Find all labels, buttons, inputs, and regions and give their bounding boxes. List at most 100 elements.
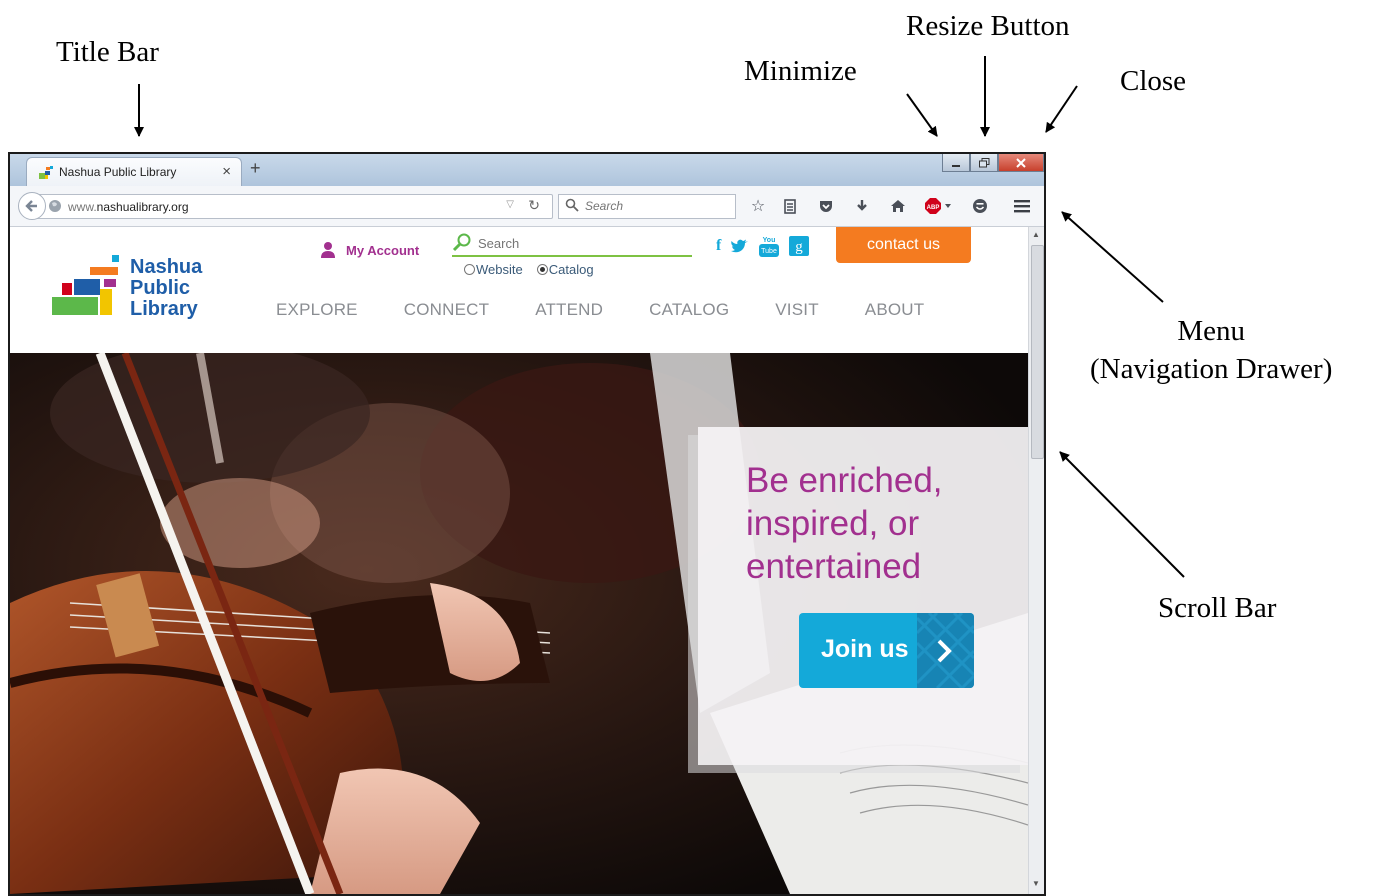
annotation-close: Close bbox=[1120, 65, 1187, 97]
radio-website-dot[interactable] bbox=[464, 264, 475, 275]
url-text: www.nashualibrary.org bbox=[68, 200, 189, 214]
browser-window: Nashua Public Library × + www.nashualibr… bbox=[8, 152, 1046, 896]
site-search-input[interactable] bbox=[476, 235, 680, 252]
nav-catalog[interactable]: CATALOG bbox=[649, 300, 729, 320]
tab-title: Nashua Public Library bbox=[59, 165, 177, 179]
contact-us-button[interactable]: contact us bbox=[836, 227, 971, 263]
tab-close-icon[interactable]: × bbox=[222, 163, 231, 180]
search-magnifier-icon bbox=[452, 233, 471, 252]
favicon-icon bbox=[39, 166, 53, 179]
reload-icon[interactable]: ↻ bbox=[528, 197, 540, 214]
my-account-label: My Account bbox=[346, 242, 420, 258]
chat-smiley-icon[interactable] bbox=[970, 196, 990, 216]
url-dropdown-icon[interactable]: ▽ bbox=[506, 199, 514, 210]
site-search-bar[interactable] bbox=[452, 233, 692, 257]
clipboard-icon bbox=[784, 199, 796, 214]
restore-icon bbox=[978, 157, 989, 167]
close-icon bbox=[1016, 157, 1026, 168]
browser-search-bar[interactable] bbox=[558, 194, 736, 219]
bookmark-star-icon[interactable]: ☆ bbox=[748, 196, 768, 216]
hamburger-menu-icon bbox=[1014, 200, 1030, 213]
svg-text:Tube: Tube bbox=[761, 248, 777, 255]
annotation-scroll-bar: Scroll Bar bbox=[1158, 592, 1277, 624]
logo-line-3: Library bbox=[130, 298, 198, 320]
reading-list-icon[interactable] bbox=[780, 196, 800, 216]
radio-catalog[interactable]: Catalog bbox=[536, 262, 594, 277]
close-button[interactable] bbox=[998, 154, 1044, 172]
search-scope-radios: Website Catalog bbox=[464, 262, 594, 277]
back-arrow-icon bbox=[25, 200, 37, 212]
scroll-bar[interactable]: ▲ ▼ bbox=[1028, 227, 1044, 894]
download-arrow-icon bbox=[857, 200, 867, 211]
main-navigation: EXPLORE CONNECT ATTEND CATALOG VISIT ABO… bbox=[276, 300, 970, 320]
new-tab-button[interactable]: + bbox=[250, 158, 261, 179]
arrow-minimize bbox=[906, 93, 938, 137]
nav-connect[interactable]: CONNECT bbox=[404, 300, 489, 320]
resize-button[interactable] bbox=[970, 154, 998, 172]
pocket-glyph-icon bbox=[820, 201, 832, 212]
annotation-minimize: Minimize bbox=[744, 55, 857, 87]
nav-about[interactable]: ABOUT bbox=[865, 300, 925, 320]
goodreads-icon[interactable]: g bbox=[789, 236, 810, 256]
hero-tagline: Be enriched, inspired, or entertained bbox=[746, 461, 943, 586]
download-icon[interactable] bbox=[852, 196, 872, 216]
url-prefix: www. bbox=[68, 200, 97, 214]
scroll-thumb[interactable] bbox=[1031, 245, 1044, 459]
web-page: Nashua Public Library My Account Website bbox=[10, 227, 1028, 894]
user-icon bbox=[321, 242, 335, 258]
annotation-menu-line1: Menu bbox=[1177, 315, 1246, 347]
pocket-icon[interactable] bbox=[816, 196, 836, 216]
svg-text:ABP: ABP bbox=[927, 205, 940, 211]
radio-catalog-dot[interactable] bbox=[536, 264, 548, 275]
minimize-button[interactable] bbox=[942, 154, 970, 172]
abp-octagon-icon: ABP bbox=[925, 198, 951, 214]
title-bar[interactable]: Nashua Public Library × + bbox=[10, 154, 1044, 187]
home-icon[interactable] bbox=[888, 196, 908, 216]
smiley-icon bbox=[973, 199, 987, 213]
logo-line-1: Nashua bbox=[130, 256, 203, 278]
arrow-scroll-bar bbox=[1059, 451, 1185, 578]
radio-website[interactable]: Website bbox=[464, 262, 523, 277]
nav-attend[interactable]: ATTEND bbox=[535, 300, 603, 320]
home-glyph-icon bbox=[891, 200, 905, 212]
nav-explore[interactable]: EXPLORE bbox=[276, 300, 358, 320]
svg-text:g: g bbox=[796, 239, 804, 255]
annotation-resize-button: Resize Button bbox=[906, 10, 1070, 42]
chevron-right-icon bbox=[915, 613, 974, 688]
menu-button[interactable] bbox=[1012, 196, 1032, 216]
my-account-link[interactable]: My Account bbox=[320, 241, 419, 259]
arrow-menu bbox=[1061, 211, 1164, 303]
join-arrow-panel bbox=[915, 613, 974, 688]
back-button[interactable] bbox=[18, 192, 46, 220]
twitter-icon[interactable] bbox=[731, 239, 749, 253]
annotation-menu-line2: (Navigation Drawer) bbox=[1090, 353, 1333, 385]
facebook-icon[interactable]: f bbox=[716, 237, 721, 255]
adblock-plus-icon[interactable]: ABP bbox=[924, 196, 954, 216]
url-domain: nashualibrary.org bbox=[96, 200, 189, 214]
minimize-icon bbox=[952, 164, 960, 167]
nav-visit[interactable]: VISIT bbox=[775, 300, 819, 320]
annotation-title-bar: Title Bar bbox=[56, 36, 159, 68]
youtube-icon[interactable]: You Tube bbox=[759, 235, 780, 257]
arrow-close bbox=[1045, 85, 1078, 133]
social-links: f You Tube g bbox=[716, 235, 810, 257]
scroll-up-icon[interactable]: ▲ bbox=[1032, 230, 1040, 239]
join-us-button[interactable]: Join us bbox=[799, 613, 974, 688]
url-bar[interactable]: www.nashualibrary.org ▽ ↻ bbox=[34, 194, 553, 219]
search-icon bbox=[565, 198, 579, 212]
window-controls bbox=[942, 154, 1044, 172]
tab-nashua-public-library[interactable]: Nashua Public Library × bbox=[26, 157, 242, 187]
radio-website-label: Website bbox=[476, 262, 523, 277]
navigation-toolbar: www.nashualibrary.org ▽ ↻ ☆ bbox=[10, 186, 1044, 227]
svg-text:You: You bbox=[763, 237, 776, 244]
globe-icon bbox=[49, 200, 61, 212]
library-logo-icon[interactable] bbox=[52, 255, 142, 321]
join-us-label: Join us bbox=[821, 635, 909, 663]
hero-card: Be enriched, inspired, or entertained Jo… bbox=[698, 427, 1028, 765]
browser-search-input[interactable] bbox=[583, 198, 732, 214]
logo-line-2: Public bbox=[130, 277, 191, 299]
annotation-menu: Menu (Navigation Drawer) bbox=[1090, 312, 1332, 388]
library-name[interactable]: Nashua Public Library bbox=[130, 257, 202, 320]
radio-catalog-label: Catalog bbox=[548, 262, 594, 277]
hero-banner: Be enriched, inspired, or entertained Jo… bbox=[10, 353, 1028, 894]
